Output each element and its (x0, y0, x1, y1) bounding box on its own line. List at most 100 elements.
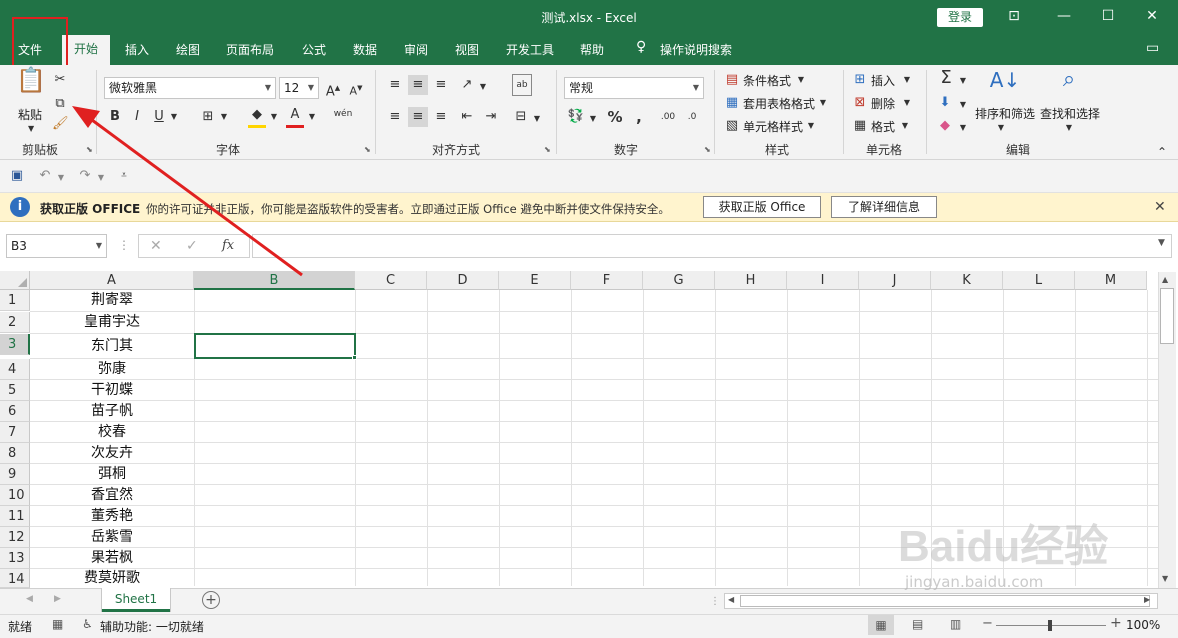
select-all-corner[interactable] (0, 271, 30, 290)
cell-a9[interactable]: 弭桐 (30, 464, 194, 485)
cell-a14[interactable]: 费莫妍歌 (30, 568, 194, 589)
format-cells-button[interactable]: 格式 (871, 118, 895, 135)
copy-icon[interactable]: ⧉ (52, 94, 68, 114)
insert-cells-button[interactable]: 插入 (871, 72, 895, 89)
cell-a11[interactable]: 董秀艳 (30, 506, 194, 527)
name-box[interactable]: B3 ▼ (6, 234, 107, 258)
insert-function-button[interactable]: fx (222, 238, 234, 253)
clear-icon[interactable]: ◆ (936, 116, 954, 136)
zoom-slider-thumb[interactable] (1048, 620, 1052, 631)
enter-icon[interactable]: ✓ (186, 238, 198, 254)
chevron-down-icon[interactable]: ▼ (478, 77, 488, 97)
paste-dropdown-icon[interactable]: ▼ (28, 119, 34, 139)
chevron-down-icon[interactable]: ▼ (958, 95, 968, 115)
chevron-down-icon[interactable]: ▼ (168, 107, 180, 127)
row-header[interactable]: 9 (0, 464, 30, 485)
close-icon[interactable]: ✕ (1130, 0, 1174, 35)
macro-record-icon[interactable]: ▦ (52, 617, 63, 631)
ribbon-display-icon[interactable]: ⊡ (992, 0, 1036, 35)
tab-data[interactable]: 数据 (353, 41, 377, 58)
expand-formula-icon[interactable]: ▼ (1158, 238, 1165, 248)
decrease-decimal-icon[interactable]: .0 (682, 107, 702, 127)
tab-developer[interactable]: 开发工具 (506, 41, 554, 58)
redo-icon[interactable]: ↷ (76, 166, 94, 186)
cell-a10[interactable]: 香宜然 (30, 485, 194, 506)
row-header[interactable]: 10 (0, 485, 30, 506)
cell-a5[interactable]: 干初蝶 (30, 380, 194, 401)
autosum-icon[interactable]: Σ (936, 68, 956, 88)
decrease-font-icon[interactable]: A▼ (348, 78, 364, 102)
close-infobar-icon[interactable]: ✕ (1154, 199, 1166, 215)
column-header[interactable]: H (715, 271, 787, 290)
row-header[interactable]: 13 (0, 548, 30, 569)
save-icon[interactable]: ▣ (8, 166, 26, 186)
active-cell-b3[interactable] (194, 333, 356, 359)
cell-styles-button[interactable]: 单元格样式 (743, 118, 803, 135)
wrap-text-icon[interactable]: ab (512, 74, 532, 96)
tell-me-search[interactable]: 操作说明搜索 (660, 41, 732, 58)
chevron-down-icon[interactable]: ▼ (902, 93, 912, 113)
align-right-icon[interactable]: ≡ (432, 107, 450, 127)
minimize-icon[interactable]: — (1042, 0, 1086, 35)
row-header[interactable]: 7 (0, 422, 30, 443)
chevron-down-icon[interactable]: ▼ (56, 168, 66, 188)
bottom-align-icon[interactable]: ≡ (432, 75, 450, 95)
column-header[interactable]: F (571, 271, 643, 290)
increase-font-icon[interactable]: A▲ (325, 78, 341, 102)
h-scroll-thumb[interactable] (740, 595, 1150, 607)
font-launcher-icon[interactable]: ⬊ (364, 145, 371, 154)
tab-split-icon[interactable]: ⋮ (710, 596, 720, 607)
borders-icon[interactable]: ⊞ (200, 107, 216, 127)
zoom-in-icon[interactable]: + (1110, 615, 1122, 631)
conditional-format-button[interactable]: 条件格式 (743, 72, 791, 89)
column-header[interactable]: G (643, 271, 715, 290)
font-size-box[interactable]: 12 ▼ (279, 77, 319, 99)
row-header[interactable]: 6 (0, 401, 30, 422)
decrease-indent-icon[interactable]: ⇤ (458, 107, 476, 127)
middle-align-icon[interactable]: ≡ (408, 75, 428, 95)
cell-a1[interactable]: 荆寄翠 (30, 290, 194, 311)
row-header[interactable]: 11 (0, 506, 30, 527)
row-header[interactable]: 3 (0, 334, 30, 355)
chevron-down-icon[interactable]: ▼ (902, 70, 912, 90)
alignment-launcher-icon[interactable]: ⬊ (544, 145, 551, 154)
percent-button[interactable]: % (606, 107, 624, 127)
chevron-down-icon[interactable]: ▼ (218, 107, 230, 127)
chevron-down-icon[interactable]: ▼ (796, 70, 806, 90)
column-header[interactable]: K (931, 271, 1003, 290)
tab-formulas[interactable]: 公式 (302, 41, 326, 58)
chevron-down-icon[interactable]: ▼ (818, 93, 828, 113)
scroll-up-icon[interactable]: ▲ (1162, 275, 1168, 284)
font-color-icon[interactable]: A (286, 105, 304, 128)
column-header[interactable]: M (1075, 271, 1147, 290)
format-painter-icon[interactable]: 🖌 (52, 114, 69, 134)
chevron-down-icon[interactable]: ▼ (588, 109, 598, 129)
cell-a13[interactable]: 果若枫 (30, 548, 194, 569)
next-sheet-icon[interactable]: ▶ (54, 594, 61, 604)
column-header[interactable]: A (30, 271, 194, 290)
row-header[interactable]: 1 (0, 290, 30, 311)
chevron-down-icon[interactable]: ▼ (1064, 118, 1074, 138)
font-name-box[interactable]: 微软雅黑 ▼ (104, 77, 276, 99)
merge-center-icon[interactable]: ⊟ (512, 107, 530, 127)
fill-color-icon[interactable]: ◆ (248, 105, 266, 128)
login-button[interactable]: 登录 (937, 8, 983, 27)
chevron-down-icon[interactable]: ▼ (532, 109, 542, 129)
number-format-box[interactable]: 常规 ▼ (564, 77, 704, 99)
column-header[interactable]: L (1003, 271, 1075, 290)
maximize-icon[interactable]: ☐ (1086, 0, 1130, 35)
customize-qat-icon[interactable]: ⩡ (118, 166, 130, 186)
column-header[interactable]: B (194, 271, 355, 290)
tab-help[interactable]: 帮助 (580, 41, 604, 58)
collapse-ribbon-icon[interactable]: ⌃ (1154, 142, 1170, 162)
cell-a4[interactable]: 弥康 (30, 359, 194, 380)
chevron-down-icon[interactable]: ▼ (306, 107, 318, 127)
comments-icon[interactable]: ▭ (1146, 40, 1159, 56)
cut-icon[interactable]: ✂ (52, 70, 68, 90)
row-header[interactable]: 14 (0, 569, 30, 588)
learn-more-button[interactable]: 了解详细信息 (831, 196, 937, 218)
cell-a7[interactable]: 校春 (30, 422, 194, 443)
sheet-tab-sheet1[interactable]: Sheet1 (102, 588, 170, 612)
chevron-down-icon[interactable]: ▼ (96, 168, 106, 188)
column-header[interactable]: C (355, 271, 427, 290)
